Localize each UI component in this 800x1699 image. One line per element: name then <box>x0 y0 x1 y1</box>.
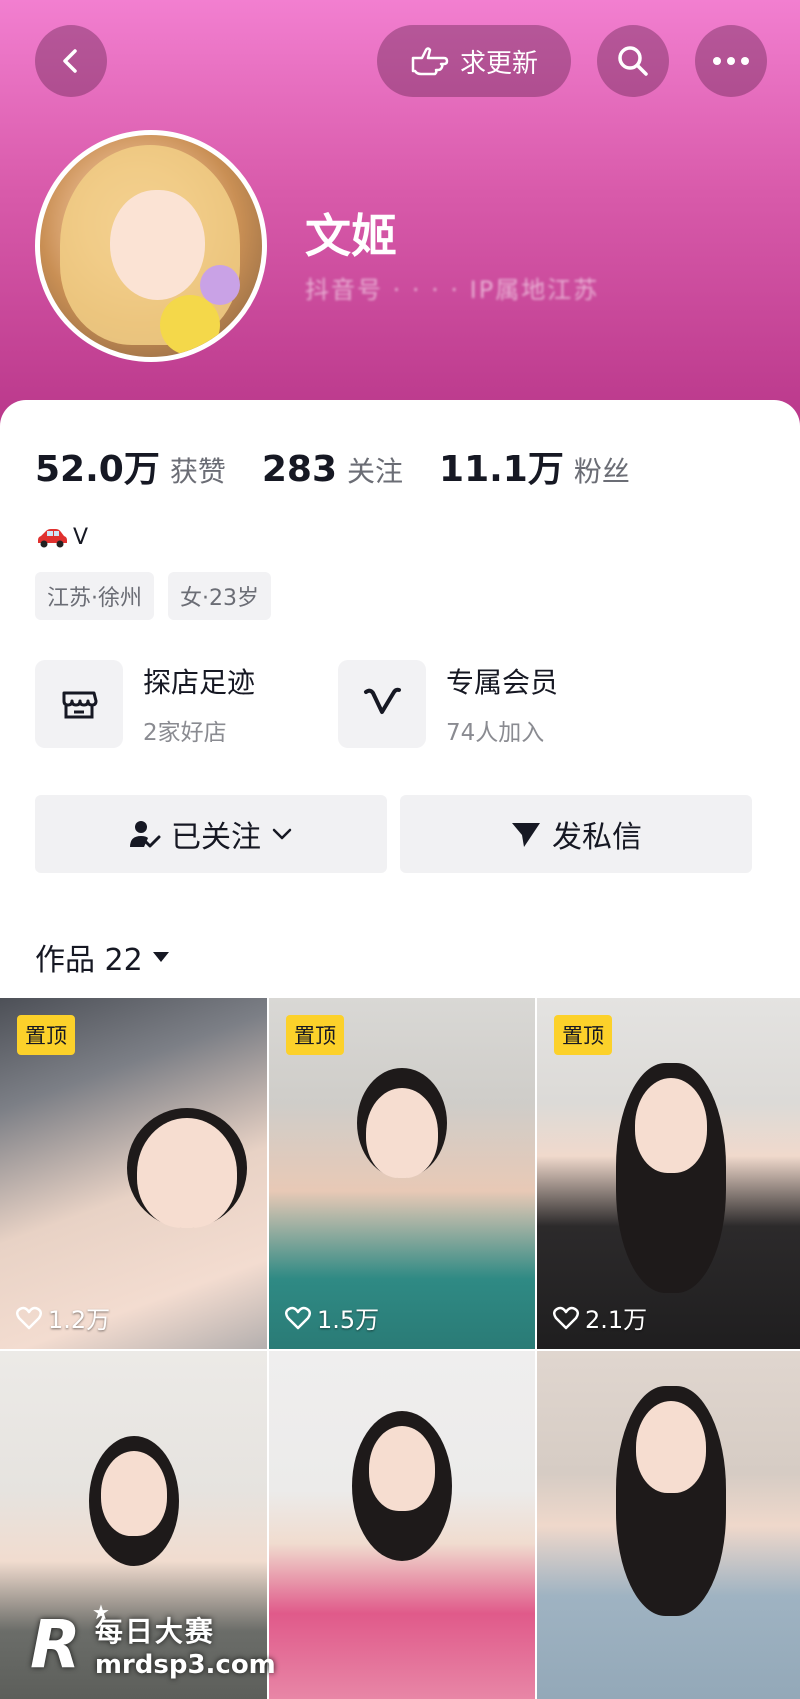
store-visits-sub: 2家好店 <box>143 720 227 746</box>
send-message-label: 发私信 <box>552 820 642 855</box>
video-tile[interactable]: 置顶 1.2万 <box>0 998 267 1349</box>
stats-row: 52.0万 获赞 283 关注 11.1万 粉丝 <box>35 440 666 492</box>
chevron-left-icon <box>63 49 77 73</box>
avatar-flower-small <box>200 265 240 305</box>
heart-icon <box>16 1306 42 1329</box>
profile-tags: 江苏·徐州 女·23岁 <box>35 572 271 620</box>
works-title-label: 作品 22 <box>35 943 143 978</box>
watermark-url: mrdsp3.com <box>94 1649 276 1680</box>
membership-title: 专属会员 <box>446 666 559 699</box>
user-check-icon <box>130 821 161 848</box>
send-message-button[interactable]: 发私信 <box>400 795 752 873</box>
search-icon <box>618 46 648 76</box>
heart-icon <box>285 1306 311 1329</box>
exclusive-membership-entry[interactable]: 专属会员 74人加入 <box>338 660 558 748</box>
stat-label: 获赞 <box>169 455 226 488</box>
video-subject <box>366 1088 438 1178</box>
tag-gender-age: 女·23岁 <box>168 572 271 620</box>
likes-count: 1.5万 <box>317 1306 380 1334</box>
likes-count: 1.2万 <box>48 1306 111 1334</box>
stat-value: 11.1万 <box>439 449 564 490</box>
bio: V <box>35 525 88 550</box>
video-likes: 1.5万 <box>285 1300 379 1335</box>
video-tile[interactable]: 置顶 1.5万 <box>269 998 535 1349</box>
video-subject <box>100 1451 167 1536</box>
watermark: R ★ 每日大赛 mrdsp3.com <box>0 1590 320 1699</box>
video-tile[interactable] <box>537 1351 800 1699</box>
bio-text: V <box>73 525 89 550</box>
stat-followers[interactable]: 11.1万 粉丝 <box>439 440 630 492</box>
video-subject <box>634 1078 707 1173</box>
vip-v-icon <box>364 687 401 714</box>
video-likes: 2.1万 <box>553 1300 647 1335</box>
watermark-text: 每日大赛 mrdsp3.com <box>95 1610 276 1680</box>
vip-icon-box <box>338 660 426 748</box>
membership-sub: 74人加入 <box>446 720 545 746</box>
video-subject <box>369 1426 435 1511</box>
store-icon-box <box>35 660 123 748</box>
video-subject <box>136 1118 237 1228</box>
heart-icon <box>553 1306 579 1329</box>
followed-label: 已关注 <box>171 820 261 855</box>
stat-following[interactable]: 283 关注 <box>262 449 403 490</box>
more-button[interactable] <box>695 25 767 97</box>
watermark-logo: R <box>30 1606 81 1683</box>
back-button[interactable] <box>35 25 107 97</box>
followed-button[interactable]: 已关注 <box>35 795 387 873</box>
stat-label: 粉丝 <box>573 455 630 488</box>
send-icon <box>512 823 540 847</box>
watermark-name: 每日大赛 <box>94 1614 215 1648</box>
caret-down-icon <box>152 952 169 962</box>
pinned-badge: 置顶 <box>554 1015 612 1055</box>
profile-name: 文姬 <box>305 209 397 263</box>
pinned-badge: 置顶 <box>286 1015 344 1055</box>
tag-location: 江苏·徐州 <box>35 572 154 620</box>
works-tab[interactable]: 作品 22 <box>35 935 171 979</box>
profile-header: 求更新 文姬 抖音号 · · · · IP属地江苏 <box>0 0 800 430</box>
avatar[interactable] <box>35 130 267 362</box>
video-subject <box>635 1401 706 1493</box>
stat-likes[interactable]: 52.0万 获赞 <box>35 440 226 492</box>
pointing-hand-icon <box>411 47 449 76</box>
avatar-face <box>110 190 205 300</box>
avatar-flower <box>160 295 220 355</box>
store-icon <box>62 691 98 719</box>
store-visits-entry[interactable]: 探店足迹 2家好店 <box>35 660 255 748</box>
car-icon <box>38 528 67 547</box>
star-icon: ★ <box>92 1600 110 1624</box>
more-dots-icon <box>713 57 749 65</box>
pinned-badge: 置顶 <box>17 1015 75 1055</box>
request-update-button[interactable]: 求更新 <box>377 25 571 97</box>
stat-value: 52.0万 <box>35 449 160 490</box>
profile-sub-id: 抖音号 · · · · IP属地江苏 <box>305 276 600 304</box>
video-tile[interactable]: 置顶 2.1万 <box>537 998 800 1349</box>
chevron-down-icon <box>272 828 292 840</box>
search-button[interactable] <box>597 25 669 97</box>
stat-label: 关注 <box>347 455 404 488</box>
request-update-label: 求更新 <box>459 48 538 79</box>
stat-value: 283 <box>261 449 337 490</box>
video-likes: 1.2万 <box>16 1300 110 1335</box>
store-visits-title: 探店足迹 <box>143 666 256 699</box>
likes-count: 2.1万 <box>585 1306 648 1334</box>
